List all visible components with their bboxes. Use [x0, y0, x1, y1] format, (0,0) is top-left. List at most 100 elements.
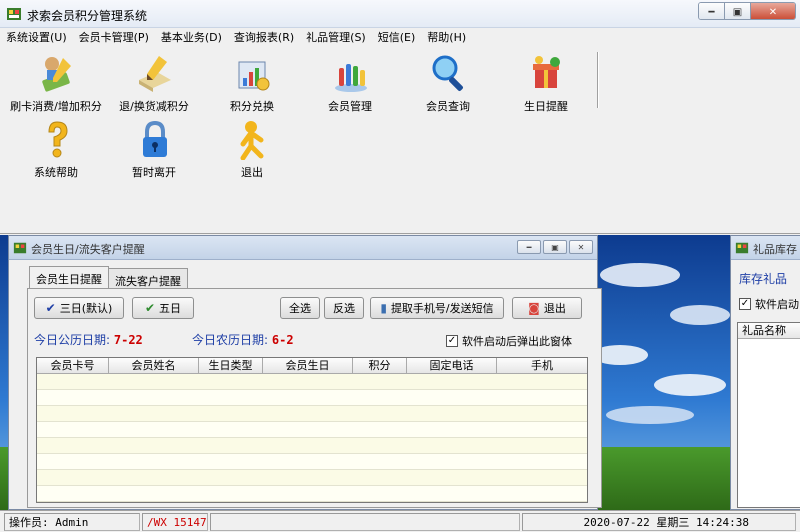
child-window-title: 会员生日/流失客户提醒	[31, 243, 145, 256]
menu-help[interactable]: 帮助(H)	[421, 29, 472, 47]
button-label: 五日	[159, 302, 182, 315]
tool-label: 退/换货减积分	[119, 100, 189, 113]
child-title-bar[interactable]: 礼品库存	[731, 236, 800, 260]
solar-date-value: 7-22	[113, 333, 143, 347]
five-days-button[interactable]: ✔ 五日	[132, 297, 194, 319]
tool-birthday-reminder[interactable]: 生日提醒	[496, 52, 596, 118]
grid-header: 会员卡号 会员姓名 生日类型 会员生日 积分 固定电话 手机	[37, 358, 587, 374]
three-days-button[interactable]: ✔ 三日(默认)	[34, 297, 124, 319]
tool-exit[interactable]: 退出	[202, 118, 302, 184]
child-title-bar[interactable]: 会员生日/流失客户提醒 ━ ▣ ✕	[9, 236, 597, 260]
birthday-reminder-window: 会员生日/流失客户提醒 ━ ▣ ✕ 会员生日提醒 流失客户提醒 ✔ 三日(默认)…	[8, 235, 602, 510]
menu-card-management[interactable]: 会员卡管理(P)	[73, 29, 155, 47]
app-icon	[735, 242, 749, 254]
maximize-button[interactable]: ▣	[725, 3, 751, 19]
table-row[interactable]	[37, 406, 587, 422]
menu-gift-management[interactable]: 礼品管理(S)	[300, 29, 372, 47]
button-label: 退出	[543, 302, 566, 315]
lunar-date-value: 6-2	[271, 333, 294, 347]
button-label: 全选	[289, 302, 311, 315]
tool-member-query[interactable]: 会员查询	[398, 52, 498, 118]
status-operator: 操作员: Admin	[4, 513, 140, 531]
status-empty	[210, 513, 520, 531]
close-button[interactable]: ✕	[751, 3, 795, 19]
exchange-chart-icon	[238, 61, 270, 91]
menu-system-settings[interactable]: 系统设置(U)	[0, 29, 73, 47]
tab-lost-customers[interactable]: 流失客户提醒	[108, 268, 188, 288]
magnifier-icon	[432, 55, 463, 91]
checkbox-box[interactable]: ✓	[446, 335, 458, 347]
col-card-no[interactable]: 会员卡号	[37, 358, 109, 373]
menu-bar: 系统设置(U) 会员卡管理(P) 基本业务(D) 查询报表(R) 礼品管理(S)…	[0, 29, 800, 47]
tool-label: 生日提醒	[524, 100, 568, 113]
card-swipe-pen-icon	[42, 57, 71, 92]
tool-label: 会员查询	[426, 100, 470, 113]
phone-icon: ▮	[380, 301, 387, 315]
popup-on-start-checkbox[interactable]: ✓ 软件启动后弹出此窗体	[446, 333, 572, 349]
tool-system-help[interactable]: 系统帮助	[6, 118, 106, 184]
exit-button[interactable]: ◙ 退出	[512, 297, 582, 319]
child-close-button[interactable]: ✕	[569, 240, 593, 254]
title-bar[interactable]: 求索会员积分管理系统 ━ ▣ ✕	[0, 0, 800, 28]
toolbar: 刷卡消费/增加积分 退/换货减积分 积分兑换 会员管理 会员查询 生日提醒 系统…	[0, 48, 800, 234]
tool-points-exchange[interactable]: 积分兑换	[202, 52, 302, 118]
tool-card-swipe[interactable]: 刷卡消费/增加积分	[6, 52, 106, 118]
birthday-gift-icon	[533, 56, 560, 88]
tool-label: 积分兑换	[230, 100, 274, 113]
checkbox-box[interactable]: ✓	[739, 298, 751, 310]
invert-selection-button[interactable]: 反选	[324, 297, 364, 319]
status-bar: 操作员: Admin /WX 151477 2020-07-22 星期三 14:…	[0, 510, 800, 532]
tab-birthday-reminder[interactable]: 会员生日提醒	[29, 266, 109, 288]
col-mobile[interactable]: 手机	[497, 358, 587, 373]
members-icon	[335, 64, 367, 92]
col-birthday-type[interactable]: 生日类型	[199, 358, 263, 373]
child-caption-buttons: ━ ▣ ✕	[517, 240, 593, 254]
table-row[interactable]	[37, 390, 587, 406]
lunar-date-label: 今日农历日期:	[192, 333, 269, 347]
mdi-client-area: 会员生日/流失客户提醒 ━ ▣ ✕ 会员生日提醒 流失客户提醒 ✔ 三日(默认)…	[0, 235, 800, 510]
tool-return[interactable]: 退/换货减积分	[104, 52, 204, 118]
gift-startup-checkbox[interactable]: ✓ 软件启动	[739, 296, 799, 312]
window-title: 求索会员积分管理系统	[27, 9, 148, 23]
status-contact: /WX 151477	[142, 513, 208, 531]
col-member-name[interactable]: 会员姓名	[109, 358, 199, 373]
menu-basic-business[interactable]: 基本业务(D)	[155, 29, 228, 47]
col-phone[interactable]: 固定电话	[407, 358, 497, 373]
exit-icon: ◙	[528, 301, 540, 315]
table-row[interactable]	[37, 486, 587, 502]
solar-date-label: 今日公历日期:	[34, 333, 111, 347]
select-all-button[interactable]: 全选	[280, 297, 320, 319]
birthday-grid[interactable]: 会员卡号 会员姓名 生日类型 会员生日 积分 固定电话 手机	[36, 357, 588, 503]
col-birthday[interactable]: 会员生日	[263, 358, 353, 373]
lock-icon	[143, 120, 167, 157]
menu-query-reports[interactable]: 查询报表(R)	[228, 29, 300, 47]
tool-member-management[interactable]: 会员管理	[300, 52, 400, 118]
tool-label: 会员管理	[328, 100, 372, 113]
child-maximize-button[interactable]: ▣	[543, 240, 567, 254]
table-row[interactable]	[37, 374, 587, 390]
exit-person-icon	[240, 121, 264, 160]
tool-temporary-leave[interactable]: 暂时离开	[104, 118, 204, 184]
check-icon: ✔	[45, 301, 56, 315]
lunar-date-row: 今日农历日期: 6-2	[192, 331, 294, 348]
child-minimize-button[interactable]: ━	[517, 240, 541, 254]
return-pen-icon	[139, 56, 171, 92]
grid-header: 礼品名称	[738, 323, 800, 339]
table-row[interactable]	[37, 454, 587, 470]
main-window: 求索会员积分管理系统 ━ ▣ ✕ 系统设置(U) 会员卡管理(P) 基本业务(D…	[0, 0, 800, 532]
button-label: 三日(默认)	[59, 302, 113, 315]
table-row[interactable]	[37, 438, 587, 454]
menu-sms[interactable]: 短信(E)	[372, 29, 422, 47]
tool-label: 刷卡消费/增加积分	[10, 100, 102, 113]
minimize-button[interactable]: ━	[699, 3, 725, 19]
toolbar-separator	[597, 52, 599, 108]
app-icon	[7, 8, 21, 20]
col-gift-name[interactable]: 礼品名称	[738, 323, 800, 338]
send-sms-button[interactable]: ▮ 提取手机号/发送短信	[370, 297, 504, 319]
gift-grid[interactable]: 礼品名称	[737, 322, 800, 508]
table-row[interactable]	[37, 422, 587, 438]
caption-buttons: ━ ▣ ✕	[698, 2, 796, 20]
table-row[interactable]	[37, 470, 587, 486]
col-points[interactable]: 积分	[353, 358, 407, 373]
gift-inventory-label: 库存礼品	[739, 272, 788, 286]
